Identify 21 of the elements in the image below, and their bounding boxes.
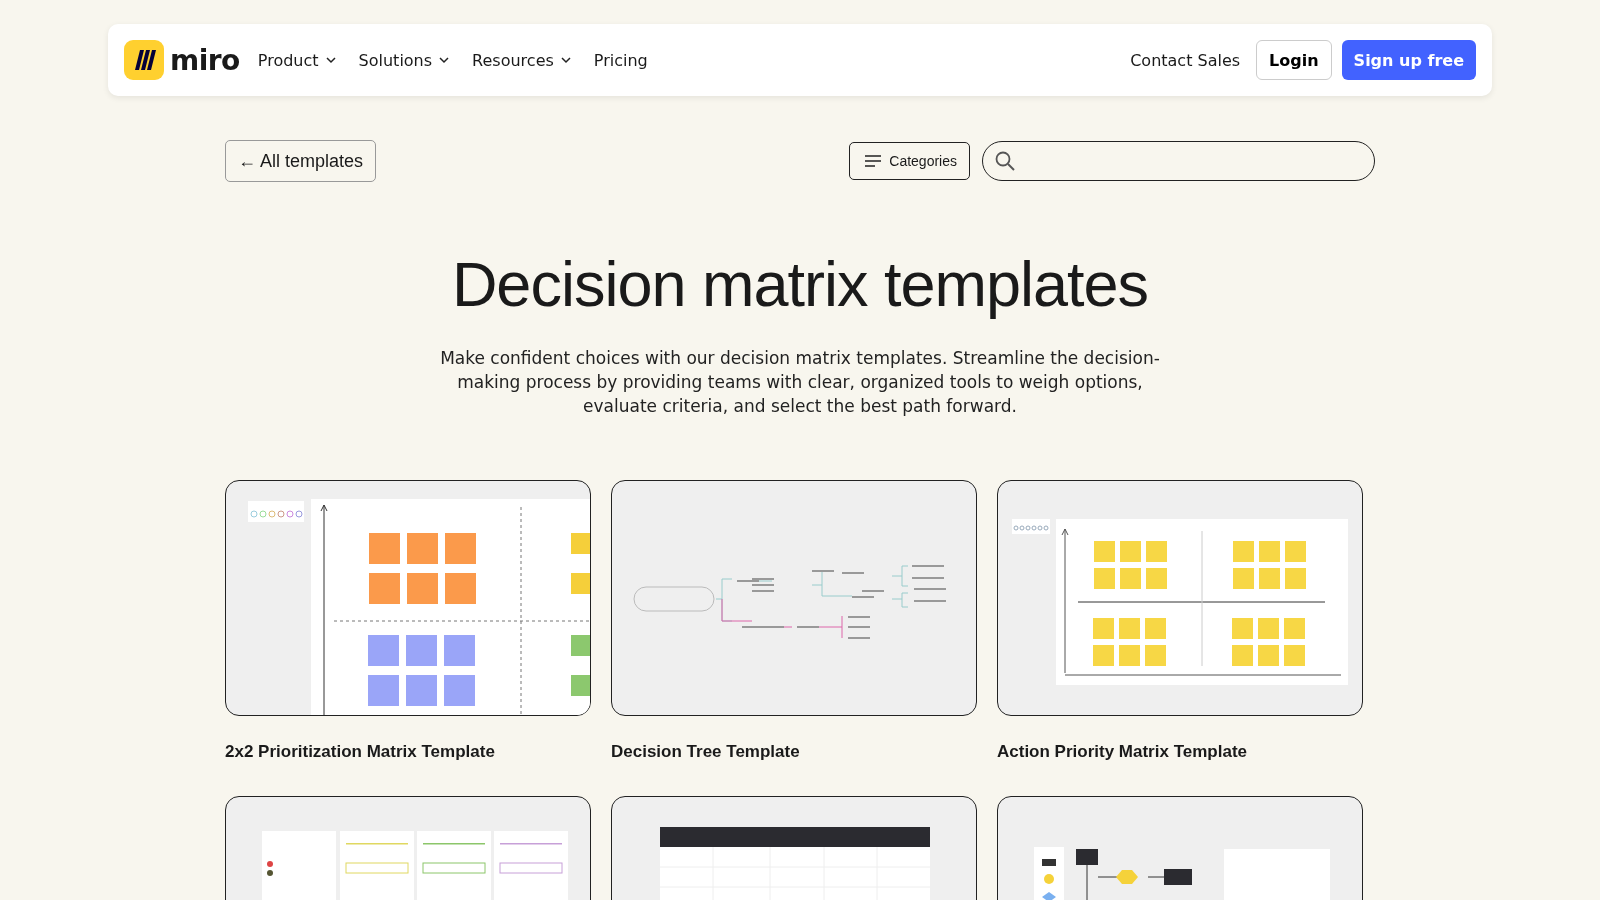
template-title[interactable]: Decision Tree Template — [611, 742, 977, 762]
logo-icon — [124, 40, 164, 80]
contact-sales-link[interactable]: Contact Sales — [1130, 50, 1241, 70]
template-title[interactable]: 2x2 Prioritization Matrix Template — [225, 742, 591, 762]
nav-menu-item[interactable]: Resources — [472, 46, 572, 74]
menu-icon — [865, 155, 882, 167]
nav-menu-item[interactable]: Solutions — [358, 46, 451, 74]
search-icon — [995, 151, 1015, 171]
logo-wordmark[interactable]: miro — [170, 43, 240, 77]
chevron-down-icon — [438, 54, 451, 66]
page-description: Make confident choices with our decision matrix templates. Streamline the decision-making process by providing teams with clear, organized tools to weigh options, evaluate criteria, and select the best path forward. — [439, 347, 1161, 418]
chevron-down-icon — [559, 54, 572, 66]
signup-button[interactable]: Sign up free — [1341, 40, 1476, 80]
categories-button[interactable]: Categories — [849, 142, 970, 180]
template-title[interactable]: Action Priority Matrix Template — [997, 742, 1363, 762]
login-button[interactable]: Login — [1256, 40, 1332, 80]
page-title: Decision matrix templates — [451, 248, 1149, 320]
nav-menu-item[interactable]: Pricing — [593, 46, 648, 74]
all-templates-button[interactable]: ← All templates — [225, 140, 377, 182]
chevron-down-icon — [324, 54, 337, 66]
nav-menu-item[interactable]: Product — [257, 46, 337, 74]
